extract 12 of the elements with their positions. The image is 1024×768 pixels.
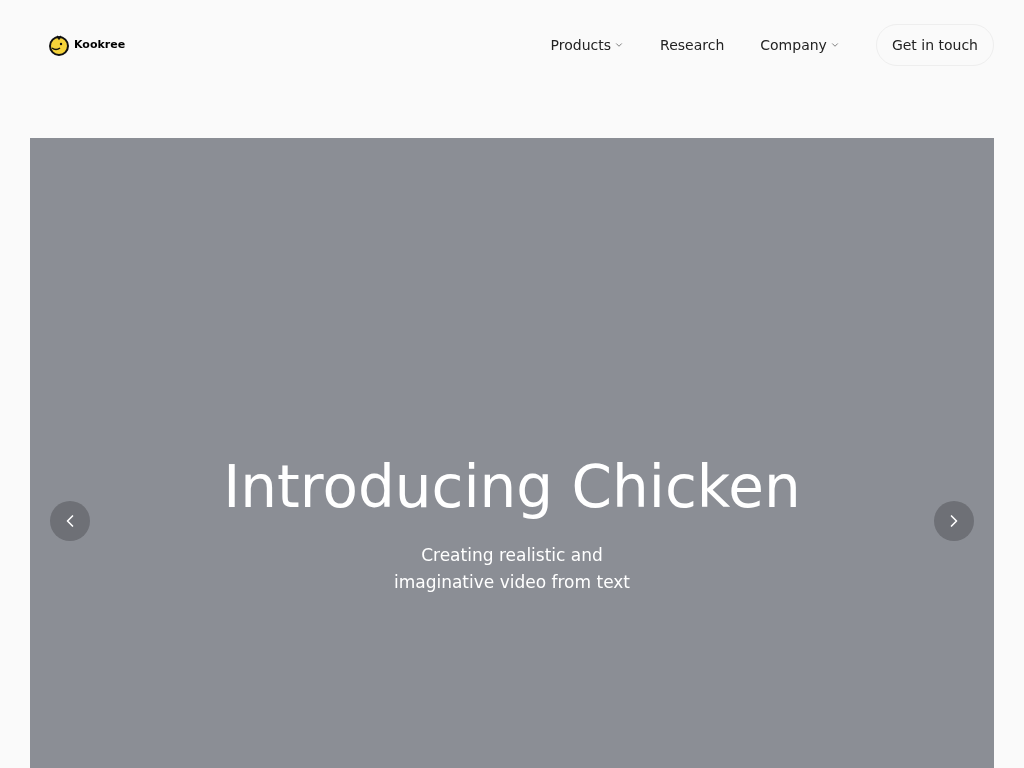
get-in-touch-button[interactable]: Get in touch bbox=[875, 24, 994, 66]
chevron-down-icon bbox=[614, 40, 625, 50]
previous-slide-button[interactable] bbox=[50, 501, 90, 541]
nav-link[interactable]: Products bbox=[550, 34, 625, 56]
brand-name: Kookree bbox=[74, 36, 126, 53]
nav-link[interactable]: Company bbox=[760, 34, 840, 56]
next-slide-button[interactable] bbox=[934, 501, 974, 541]
nav-link[interactable]: Research bbox=[660, 34, 725, 56]
chick-logo-icon bbox=[48, 34, 70, 56]
chevron-down-icon bbox=[829, 40, 840, 50]
hero-subtitle: Creating realistic and imaginative video from text bbox=[393, 543, 631, 594]
hero-title: Introducing Chicken bbox=[223, 456, 801, 520]
